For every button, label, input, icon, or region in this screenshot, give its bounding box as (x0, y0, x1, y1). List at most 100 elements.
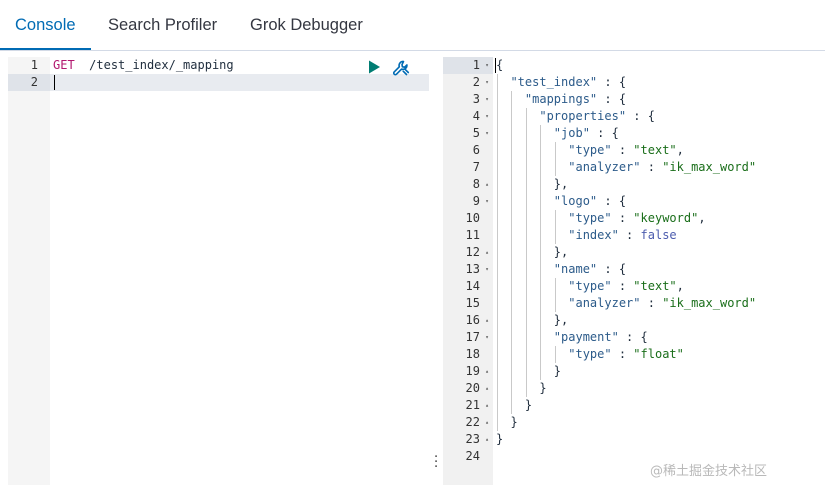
code-line: } (496, 431, 503, 448)
code-token: } (496, 415, 518, 429)
text-cursor (54, 75, 55, 90)
line-number: 24 (465, 449, 480, 463)
code-token: : (611, 211, 634, 225)
code-line: } (496, 397, 532, 414)
text-cursor (495, 58, 496, 73)
fold-expand-icon[interactable]: ▴ (483, 431, 491, 448)
fold-collapse-icon[interactable]: ▾ (483, 261, 491, 278)
code-line: "type" : "keyword", (496, 210, 706, 227)
line-number: 2 (30, 75, 38, 89)
code-token: "ik_max_word" (662, 160, 757, 174)
line-number: 2 (472, 75, 480, 89)
code-token: "mappings" (524, 92, 598, 106)
tab-bar: Console Search Profiler Grok Debugger (0, 0, 825, 51)
code-token: "test_index" (510, 75, 598, 89)
line-number: 14 (465, 279, 480, 293)
fold-expand-icon[interactable]: ▴ (483, 244, 491, 261)
fold-collapse-icon[interactable]: ▾ (483, 74, 491, 91)
pane-resizer[interactable] (430, 57, 442, 485)
fold-expand-icon[interactable]: ▴ (483, 363, 491, 380)
code-line: "analyzer" : "ik_max_word" (496, 295, 756, 312)
code-token: , (676, 279, 684, 293)
code-line: "mappings" : { (496, 91, 626, 108)
code-token: "job" (553, 126, 590, 140)
line-number: 12 (465, 245, 480, 259)
code-token: } (496, 381, 547, 395)
wrench-icon[interactable] (391, 58, 411, 78)
code-token: "text" (633, 279, 677, 293)
code-token: "type" (568, 279, 612, 293)
active-line-highlight (50, 74, 429, 91)
line-number: 3 (472, 92, 480, 106)
fold-collapse-icon[interactable]: ▾ (483, 108, 491, 125)
code-token: }, (496, 313, 569, 327)
code-token: : { (597, 75, 627, 89)
play-icon[interactable] (366, 59, 382, 75)
line-number: 1 (30, 58, 38, 72)
code-token: : { (597, 262, 627, 276)
line-number: 22 (465, 415, 480, 429)
code-token: : (611, 279, 634, 293)
code-line: "type" : "float" (496, 346, 684, 363)
code-token: : { (618, 330, 648, 344)
code-line: "payment" : { (496, 329, 648, 346)
code-token: "text" (633, 143, 677, 157)
line-number: 13 (465, 262, 480, 276)
fold-expand-icon[interactable]: ▴ (483, 397, 491, 414)
fold-collapse-icon[interactable]: ▾ (483, 57, 491, 74)
fold-expand-icon[interactable]: ▴ (483, 414, 491, 431)
code-line: "type" : "text", (496, 278, 684, 295)
fold-collapse-icon[interactable]: ▾ (483, 193, 491, 210)
fold-expand-icon[interactable]: ▴ (483, 312, 491, 329)
fold-collapse-icon[interactable]: ▾ (483, 91, 491, 108)
code-token: } (496, 432, 504, 446)
request-editor[interactable]: 1 2 GET /test_index/_mapping (8, 57, 429, 485)
code-token: "keyword" (633, 211, 699, 225)
code-line: "index" : false (496, 227, 677, 244)
line-number: 15 (465, 296, 480, 310)
code-line: } (496, 363, 561, 380)
code-token: "payment" (553, 330, 619, 344)
tab-grok-debugger[interactable]: Grok Debugger (250, 0, 363, 49)
response-viewer: 1 ▾ 2 ▾ 3 ▾ 4 ▾ 5 ▾ 6 7 8 ▴ 9 ▾ 10 11 12 ▴ 13 ▾ 14 15 16 ▴ 17 ▾ 18 19… (443, 57, 825, 485)
line-number: 11 (465, 228, 480, 242)
code-token: "properties" (539, 109, 627, 123)
code-token: "name" (553, 262, 598, 276)
line-number: 17 (465, 330, 480, 344)
code-token: "logo" (553, 194, 598, 208)
fold-collapse-icon[interactable]: ▾ (483, 125, 491, 142)
code-line: { (496, 57, 503, 74)
fold-expand-icon[interactable]: ▴ (483, 380, 491, 397)
request-line[interactable]: GET /test_index/_mapping (53, 57, 234, 74)
line-number: 10 (465, 211, 480, 225)
code-token: , (698, 211, 706, 225)
code-token: "ik_max_word" (662, 296, 757, 310)
code-line: "type" : "text", (496, 142, 684, 159)
code-token: "type" (568, 143, 612, 157)
code-token: } (496, 364, 562, 378)
code-line: "properties" : { (496, 108, 655, 125)
code-line: }, (496, 244, 568, 261)
fold-collapse-icon[interactable]: ▾ (483, 329, 491, 346)
code-line: }, (496, 312, 568, 329)
code-line: "logo" : { (496, 193, 626, 210)
code-token: false (640, 228, 677, 242)
code-token: : (618, 228, 641, 242)
code-token: }, (496, 245, 569, 259)
fold-expand-icon[interactable]: ▴ (483, 176, 491, 193)
tab-search-profiler[interactable]: Search Profiler (108, 0, 217, 49)
tab-console[interactable]: Console (0, 0, 90, 50)
code-token: : (611, 347, 634, 361)
vertical-dots-icon[interactable]: · · · (434, 451, 438, 474)
